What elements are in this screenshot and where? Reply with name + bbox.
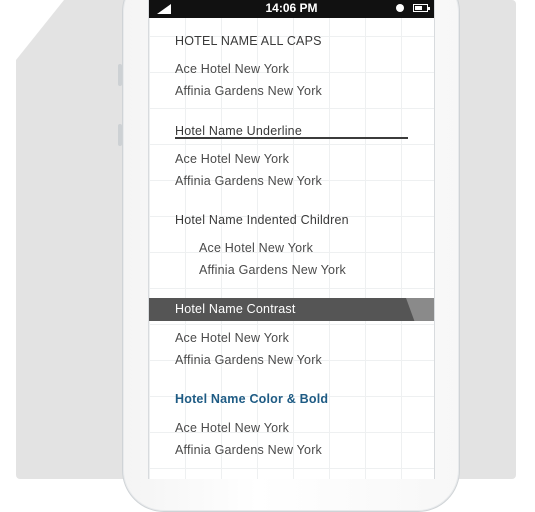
status-bar: 14:06 PM	[149, 0, 434, 18]
list-item[interactable]: Affinia Gardens New York	[175, 353, 322, 367]
list-item[interactable]: Affinia Gardens New York	[199, 263, 346, 277]
section-underline	[175, 137, 408, 139]
battery-fill	[415, 6, 422, 10]
section-header-fold	[406, 298, 434, 321]
list-item[interactable]: Ace Hotel New York	[199, 241, 313, 255]
phone-screen: 14:06 PM HOTEL NAME ALL CAPS Ace Hotel N…	[148, 0, 435, 479]
list-item[interactable]: Affinia Gardens New York	[175, 443, 322, 457]
section-title-underline: Hotel Name Underline	[175, 124, 302, 138]
section-header-contrast: Hotel Name Contrast	[149, 298, 434, 321]
phone-volume-button	[118, 124, 122, 146]
list-item[interactable]: Ace Hotel New York	[175, 421, 289, 435]
section-title-color-bold: Hotel Name Color & Bold	[175, 392, 329, 406]
status-time: 14:06 PM	[265, 1, 318, 15]
section-title-contrast: Hotel Name Contrast	[175, 302, 296, 316]
list-item[interactable]: Ace Hotel New York	[175, 152, 289, 166]
section-title-indented: Hotel Name Indented Children	[175, 213, 349, 227]
phone-mute-switch	[118, 64, 122, 86]
clock-icon	[396, 4, 404, 12]
list-item[interactable]: Affinia Gardens New York	[175, 174, 322, 188]
section-title-all-caps: HOTEL NAME ALL CAPS	[175, 34, 322, 48]
battery-icon	[413, 4, 430, 12]
list-item[interactable]: Ace Hotel New York	[175, 62, 289, 76]
list-item[interactable]: Affinia Gardens New York	[175, 84, 322, 98]
list-item[interactable]: Ace Hotel New York	[175, 331, 289, 345]
